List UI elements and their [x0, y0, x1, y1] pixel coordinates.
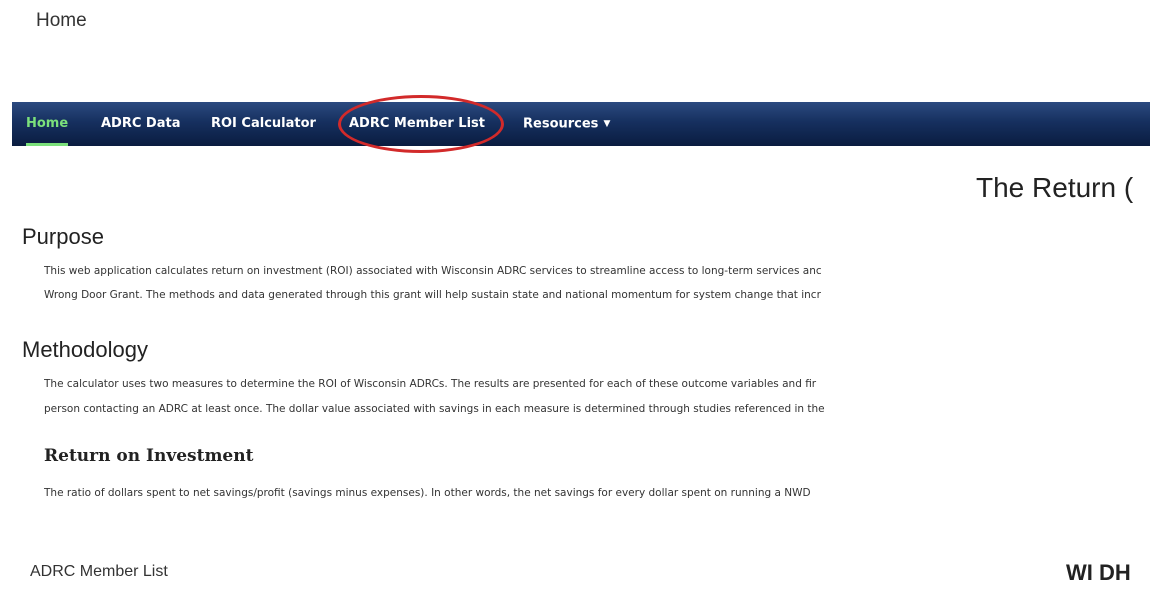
roi-text-line: The ratio of dollars spent to net saving…: [44, 487, 811, 499]
chevron-down-icon: ▼: [603, 119, 611, 129]
nav-item-resources[interactable]: Resources ▼: [523, 102, 610, 146]
nav-item-home[interactable]: Home: [26, 102, 69, 146]
nav-item-adrc-member-list[interactable]: ADRC Member List: [349, 102, 485, 146]
purpose-text-line-2: Wrong Door Grant. The methods and data g…: [44, 289, 821, 301]
nav-item-roi-calculator[interactable]: ROI Calculator: [211, 102, 316, 146]
methodology-text-line-1: The calculator uses two measures to dete…: [44, 378, 817, 390]
main-navbar: Home ADRC Data ROI Calculator ADRC Membe…: [12, 102, 1150, 146]
purpose-text-line-1: This web application calculates return o…: [44, 265, 822, 277]
adrc-member-list-label: ADRC Member List: [30, 563, 168, 580]
home-label: Home: [36, 10, 87, 31]
methodology-text-line-2: person contacting an ADRC at least once.…: [44, 403, 825, 415]
methodology-heading: Methodology: [22, 337, 148, 362]
page-title: The Return (: [976, 172, 1134, 203]
nav-item-resources-label: Resources: [523, 116, 599, 132]
wi-dhs-heading: WI DH: [1066, 560, 1131, 585]
purpose-heading: Purpose: [22, 224, 104, 249]
roi-heading: Return on Investment: [44, 446, 254, 466]
nav-item-adrc-data[interactable]: ADRC Data: [101, 102, 180, 146]
